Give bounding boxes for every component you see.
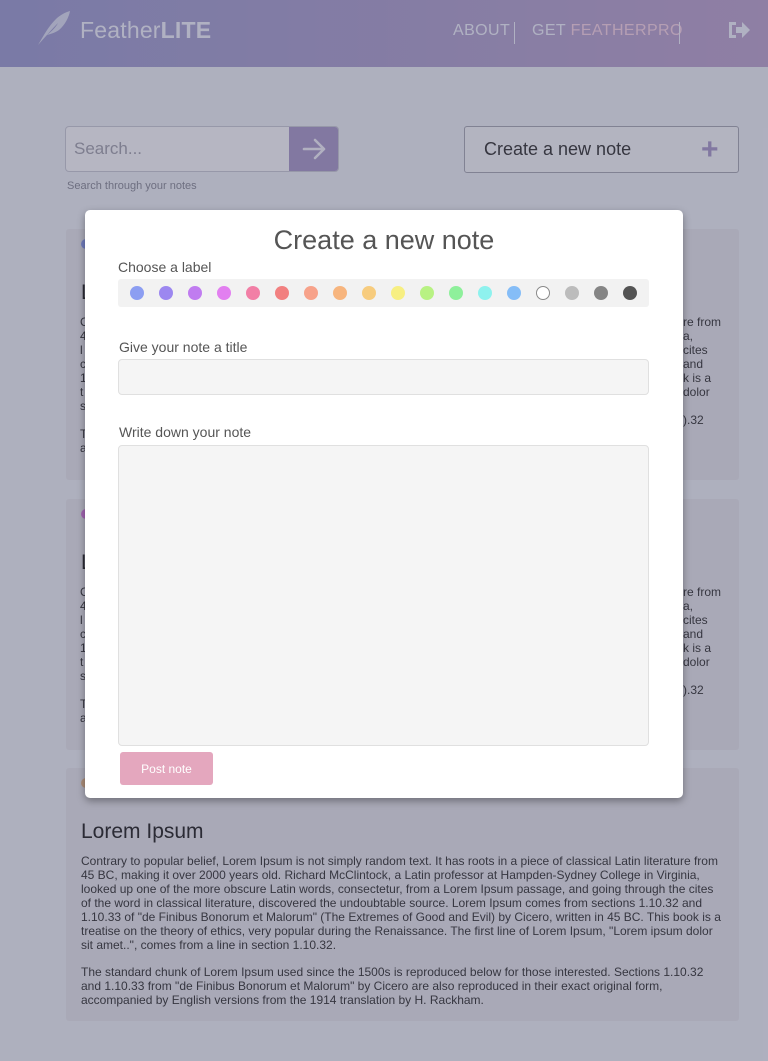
label-swatch[interactable] [565, 286, 579, 300]
label-swatch[interactable] [507, 286, 521, 300]
label-swatch[interactable] [130, 286, 144, 300]
note-title-input[interactable] [118, 359, 649, 395]
post-note-button[interactable]: Post note [120, 752, 213, 785]
label-swatch[interactable] [391, 286, 405, 300]
label-swatch[interactable] [536, 286, 550, 300]
create-note-modal: Create a new note Choose a label Give yo… [85, 210, 683, 798]
label-color-picker [118, 279, 649, 307]
label-swatch[interactable] [594, 286, 608, 300]
label-swatch[interactable] [362, 286, 376, 300]
label-swatch[interactable] [333, 286, 347, 300]
label-swatch[interactable] [623, 286, 637, 300]
choose-label-heading: Choose a label [118, 259, 212, 275]
label-swatch[interactable] [159, 286, 173, 300]
modal-title: Create a new note [273, 225, 495, 255]
label-swatch[interactable] [420, 286, 434, 300]
title-field-label: Give your note a title [119, 339, 248, 355]
label-swatch[interactable] [275, 286, 289, 300]
label-swatch[interactable] [478, 286, 492, 300]
label-swatch[interactable] [246, 286, 260, 300]
label-swatch[interactable] [217, 286, 231, 300]
label-swatch[interactable] [449, 286, 463, 300]
note-field-label: Write down your note [119, 424, 252, 440]
note-body-textarea[interactable] [118, 445, 649, 746]
label-swatch[interactable] [188, 286, 202, 300]
label-swatch[interactable] [304, 286, 318, 300]
